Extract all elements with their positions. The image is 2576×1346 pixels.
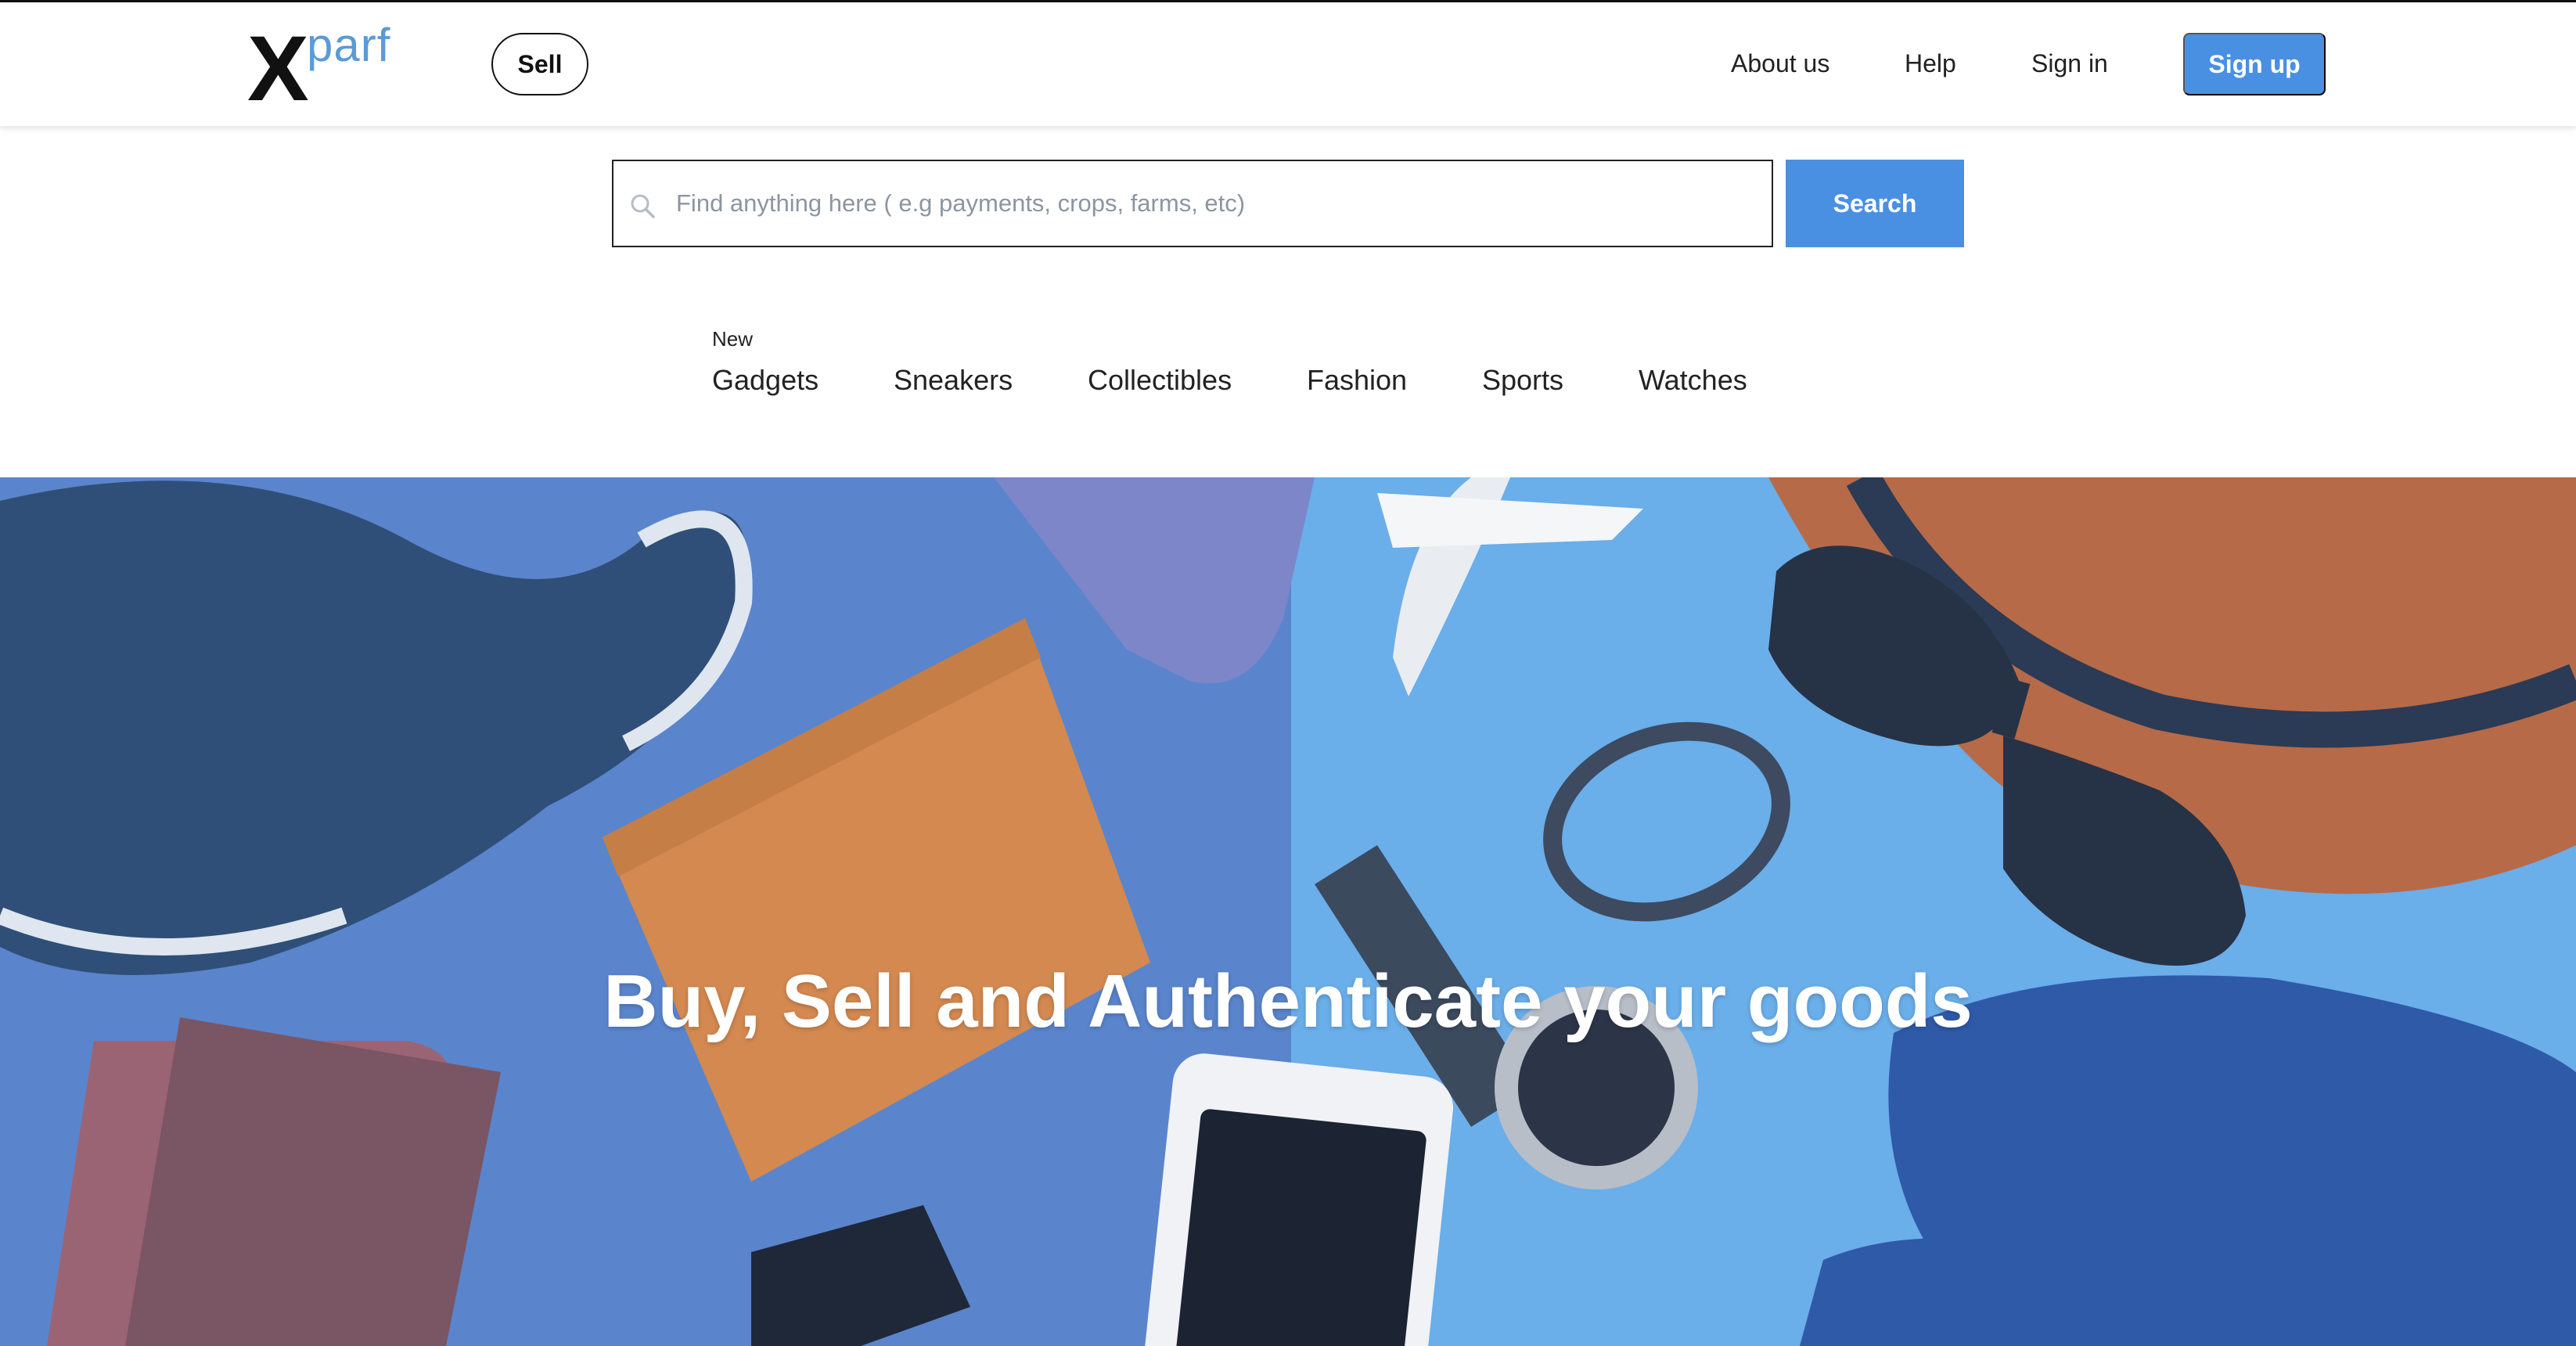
sell-button[interactable]: Sell bbox=[491, 33, 588, 95]
new-badge: New bbox=[712, 327, 754, 351]
category-fashion[interactable]: Fashion bbox=[1307, 362, 1407, 399]
category-watches[interactable]: Watches bbox=[1639, 362, 1747, 399]
site-header: X parf Sell About us Help Sign in Sign u… bbox=[0, 2, 2576, 126]
hero-headline: Buy, Sell and Authenticate your goods bbox=[603, 959, 1973, 1043]
xparf-logo[interactable]: X parf bbox=[247, 18, 396, 115]
logo-wordmark: parf bbox=[307, 19, 391, 71]
hero-image bbox=[0, 477, 2576, 1346]
logo-x-mark: X bbox=[247, 17, 309, 121]
search-icon bbox=[631, 194, 655, 218]
category-sports[interactable]: Sports bbox=[1482, 362, 1563, 399]
nav-about-us-link[interactable]: About us bbox=[1731, 46, 1829, 81]
category-collectibles[interactable]: Collectibles bbox=[1088, 362, 1232, 399]
phone-illustration bbox=[1144, 1053, 1454, 1346]
nav-help-link[interactable]: Help bbox=[1905, 46, 1956, 81]
search-bar bbox=[612, 160, 1773, 247]
search-input[interactable] bbox=[676, 161, 1764, 246]
category-sneakers[interactable]: Sneakers bbox=[894, 362, 1013, 399]
sign-up-button[interactable]: Sign up bbox=[2183, 33, 2326, 95]
search-button[interactable]: Search bbox=[1786, 160, 1964, 247]
nav-sign-in-link[interactable]: Sign in bbox=[2031, 46, 2108, 81]
hero-banner: Buy, Sell and Authenticate your goods bbox=[0, 477, 2576, 1346]
category-gadgets[interactable]: Gadgets bbox=[712, 362, 818, 399]
